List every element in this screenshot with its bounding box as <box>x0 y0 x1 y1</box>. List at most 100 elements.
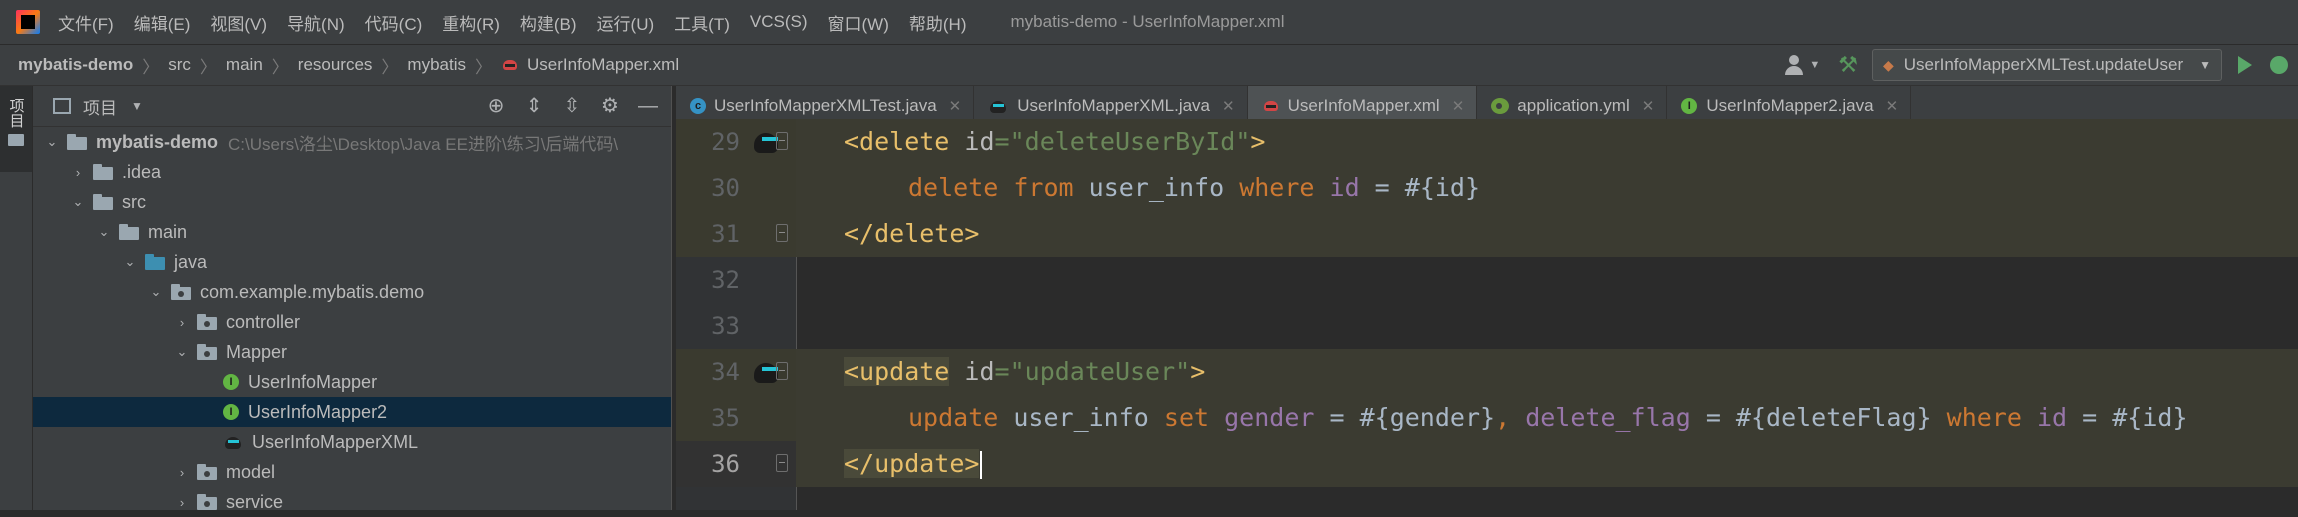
chevron-down-icon[interactable]: ▼ <box>131 99 143 113</box>
folder-icon <box>119 224 139 240</box>
intellij-logo-icon <box>16 10 40 34</box>
code-line[interactable]: 35 update user_info set gender = #{gende… <box>676 395 2298 441</box>
menu-tools[interactable]: 工具(T) <box>674 10 730 35</box>
close-icon[interactable]: ✕ <box>949 97 962 115</box>
code-text: <delete id="deleteUserById"> <box>844 127 1266 156</box>
tree-item-label: model <box>226 461 276 482</box>
code-line[interactable]: 29 <delete id="deleteUserById"> <box>676 119 2298 165</box>
breadcrumb-mybatis[interactable]: mybatis <box>407 55 466 75</box>
fold-icon[interactable] <box>776 362 788 380</box>
fold-icon[interactable] <box>776 132 788 150</box>
tree-item-label: UserInfoMapperXML <box>252 431 419 452</box>
tree-item-label: com.example.mybatis.demo <box>200 281 425 302</box>
mybatis-xml-icon <box>501 58 519 72</box>
user-icon[interactable] <box>1783 54 1805 76</box>
source-folder-icon <box>145 254 165 270</box>
tree-item-java[interactable]: ⌄ java <box>33 247 761 277</box>
collapse-all-icon[interactable]: ⇳ <box>561 95 583 117</box>
breadcrumb-label: mybatis-demo <box>18 55 134 74</box>
breadcrumb-file[interactable]: UserInfoMapper.xml <box>501 55 679 75</box>
code-line[interactable]: 34 <update id="updateUser"> <box>676 349 2298 395</box>
tree-item-label: java <box>174 251 208 272</box>
line-number: 30 <box>711 174 740 202</box>
hide-panel-icon[interactable]: — <box>637 95 659 117</box>
fold-icon[interactable] <box>776 454 788 472</box>
project-tool-tab[interactable]: 项目 <box>0 86 32 172</box>
mybatis-xml-icon <box>1262 99 1280 113</box>
menu-window[interactable]: 窗口(W) <box>828 10 889 35</box>
chevron-down-icon[interactable]: ⌄ <box>97 224 111 240</box>
run-configuration-select[interactable]: ◆ UserInfoMapperXMLTest.updateUser ▼ <box>1871 49 2222 81</box>
tree-item-label: service <box>226 491 284 512</box>
chevron-down-icon[interactable]: ⌄ <box>71 194 85 210</box>
text-caret <box>980 451 983 479</box>
chevron-down-icon[interactable]: ⌄ <box>175 344 189 360</box>
run-icon[interactable] <box>2238 56 2252 74</box>
tab-label: application.yml <box>1517 96 1630 115</box>
code-area[interactable]: 29 <delete id="deleteUserById"> 30 delet… <box>676 119 2298 510</box>
chevron-down-icon[interactable]: ⌄ <box>123 254 137 270</box>
chevron-down-icon[interactable]: ⌄ <box>45 134 59 150</box>
gear-icon[interactable]: ⚙ <box>599 95 621 117</box>
yml-icon <box>1491 98 1510 114</box>
chevron-right-icon[interactable]: › <box>175 465 189 480</box>
junit-config-icon: ◆ <box>1882 56 1894 73</box>
line-number: 31 <box>711 220 740 248</box>
menu-refactor[interactable]: 重构(R) <box>442 10 500 35</box>
tree-item-idea[interactable]: › .idea <box>33 157 709 187</box>
project-view-icon <box>53 98 71 114</box>
line-number: 36 <box>711 450 740 478</box>
menu-code[interactable]: 代码(C) <box>365 10 423 35</box>
folder-icon <box>93 164 113 180</box>
package-icon <box>197 314 217 330</box>
chevron-down-icon[interactable]: ▼ <box>1809 59 1820 71</box>
code-line[interactable]: 32 <box>676 257 2298 303</box>
line-number: 29 <box>711 128 740 156</box>
code-text: </delete> <box>844 219 980 248</box>
expand-all-icon[interactable]: ⇕ <box>523 95 545 117</box>
menu-bar: 文件(F) 编辑(E) 视图(V) 导航(N) 代码(C) 重构(R) 构建(B… <box>0 0 2298 45</box>
breadcrumb-resources[interactable]: resources <box>298 55 373 75</box>
menu-view[interactable]: 视图(V) <box>210 10 267 35</box>
package-icon <box>171 284 191 300</box>
code-line[interactable]: 31 </delete> <box>676 211 2298 257</box>
close-icon[interactable]: ✕ <box>1886 97 1899 115</box>
menu-vcs[interactable]: VCS(S) <box>750 12 808 32</box>
code-line-current[interactable]: 36 </update> <box>676 441 2298 487</box>
tree-item-src[interactable]: ⌄ src <box>33 187 709 217</box>
menu-build[interactable]: 构建(B) <box>520 10 577 35</box>
breadcrumb-main[interactable]: main <box>226 55 263 75</box>
package-icon <box>197 344 217 360</box>
close-icon[interactable]: ✕ <box>1222 97 1235 115</box>
chevron-right-icon[interactable]: › <box>175 315 189 330</box>
code-line[interactable]: 30 delete from user_info where id = #{id… <box>676 165 2298 211</box>
menu-navigate[interactable]: 导航(N) <box>287 10 345 35</box>
breadcrumb-separator-icon: 〉 <box>142 57 160 77</box>
menu-file[interactable]: 文件(F) <box>58 10 114 35</box>
debug-icon[interactable] <box>2270 56 2288 74</box>
class-icon: c <box>690 98 706 114</box>
code-line[interactable]: 33 <box>676 303 2298 349</box>
tree-item-label: UserInfoMapper2 <box>248 401 388 422</box>
close-icon[interactable]: ✕ <box>1452 97 1465 115</box>
tree-item-label: UserInfoMapper <box>248 371 378 392</box>
close-icon[interactable]: ✕ <box>1642 97 1655 115</box>
breadcrumb-project[interactable]: mybatis-demo <box>18 55 133 75</box>
menu-help[interactable]: 帮助(H) <box>909 10 967 35</box>
fold-icon[interactable] <box>776 224 788 242</box>
menu-edit[interactable]: 编辑(E) <box>134 10 191 35</box>
mybatis-icon <box>988 98 1008 114</box>
locate-target-icon[interactable]: ⊕ <box>485 95 507 117</box>
project-panel: 项目 ▼ ⊕ ⇕ ⇳ ⚙ — ⌄ mybatis-demo C:\Users\洛… <box>33 86 839 512</box>
chevron-down-icon[interactable]: ⌄ <box>149 284 163 300</box>
tree-item-project-root[interactable]: ⌄ mybatis-demo C:\Users\洛尘\Desktop\Java … <box>33 127 683 157</box>
breadcrumb-src[interactable]: src <box>168 55 191 75</box>
tree-item-label: Mapper <box>226 341 288 362</box>
tree-item-main[interactable]: ⌄ main <box>33 217 735 247</box>
chevron-right-icon[interactable]: › <box>71 165 85 180</box>
chevron-right-icon[interactable]: › <box>175 495 189 510</box>
menu-run[interactable]: 运行(U) <box>597 10 655 35</box>
build-hammer-icon[interactable]: ⚒ <box>1838 52 1858 78</box>
project-panel-title[interactable]: 项目 <box>83 94 117 119</box>
code-text: update user_info set gender = #{gender},… <box>908 403 2188 432</box>
